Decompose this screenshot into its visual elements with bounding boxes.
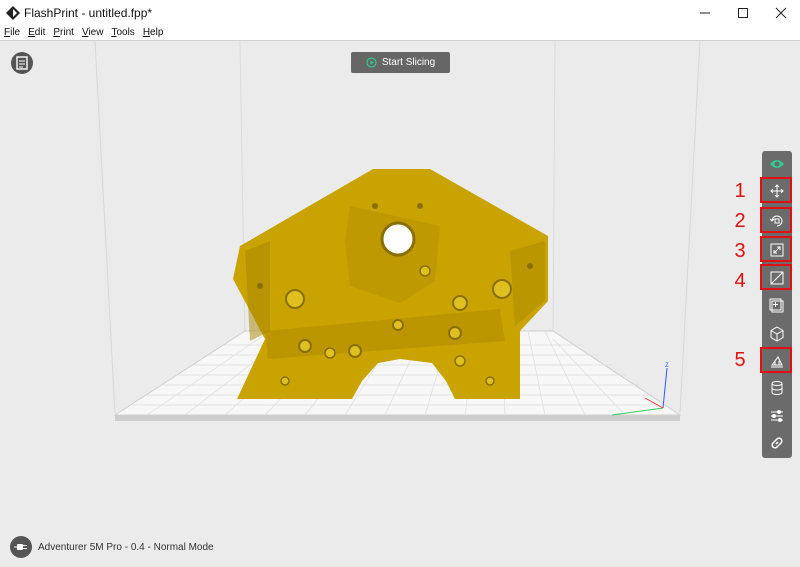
document-button[interactable]	[11, 52, 33, 74]
start-slicing-button[interactable]: Start Slicing	[351, 52, 450, 73]
menu-tools[interactable]: Tools	[111, 26, 134, 40]
menu-file[interactable]: File	[4, 26, 20, 40]
link-icon	[771, 437, 783, 449]
close-icon	[775, 7, 787, 19]
settings-icon	[771, 410, 783, 422]
link-tool-button[interactable]	[762, 430, 792, 456]
callout-2: 2	[734, 210, 746, 232]
printer-connection-button[interactable]	[10, 536, 32, 558]
menu-edit[interactable]: Edit	[28, 26, 45, 40]
close-button[interactable]	[762, 0, 800, 26]
callout-4: 4	[734, 270, 746, 292]
flashprint-logo-icon	[6, 6, 20, 20]
start-slicing-label: Start Slicing	[381, 57, 436, 68]
highlight-scale	[760, 236, 792, 262]
highlight-supports	[760, 347, 792, 373]
add-object-button[interactable]	[762, 293, 792, 319]
mesh-icon	[770, 326, 784, 342]
menu-bar: File Edit Print View Tools Help	[0, 26, 800, 40]
title-bar: FlashPrint - untitled.fpp*	[0, 0, 800, 26]
maximize-button[interactable]	[724, 0, 762, 26]
callout-5: 5	[734, 349, 746, 371]
minimize-icon	[700, 12, 710, 14]
highlight-rotate	[760, 207, 792, 233]
highlight-move	[760, 177, 792, 203]
play-icon	[366, 57, 377, 68]
settings-tool-button[interactable]	[762, 403, 792, 429]
mesh-tool-button[interactable]	[762, 321, 792, 347]
menu-print[interactable]: Print	[53, 26, 74, 40]
menu-view[interactable]: View	[82, 26, 104, 40]
callout-3: 3	[734, 240, 746, 262]
axis-label-z: Z	[665, 363, 669, 369]
document-icon	[16, 56, 28, 70]
printer-status-text: Adventurer 5M Pro - 0.4 - Normal Mode	[38, 541, 214, 553]
eye-icon	[770, 160, 784, 168]
highlight-cut	[760, 264, 792, 290]
layer-icon	[771, 381, 783, 395]
window-title: FlashPrint - untitled.fpp*	[24, 6, 153, 20]
3d-viewport[interactable]: Z	[0, 41, 800, 567]
status-bar: Adventurer 5M Pro - 0.4 - Normal Mode	[10, 536, 214, 558]
plug-icon	[14, 544, 27, 550]
callout-1: 1	[734, 180, 746, 202]
menu-help[interactable]: Help	[143, 26, 164, 40]
view-tool-button[interactable]	[762, 151, 792, 177]
minimize-button[interactable]	[686, 0, 724, 26]
maximize-icon	[738, 8, 748, 18]
add-object-icon	[769, 298, 784, 313]
raft-tool-button[interactable]	[762, 375, 792, 401]
scene-canvas: Z	[94, 41, 701, 421]
